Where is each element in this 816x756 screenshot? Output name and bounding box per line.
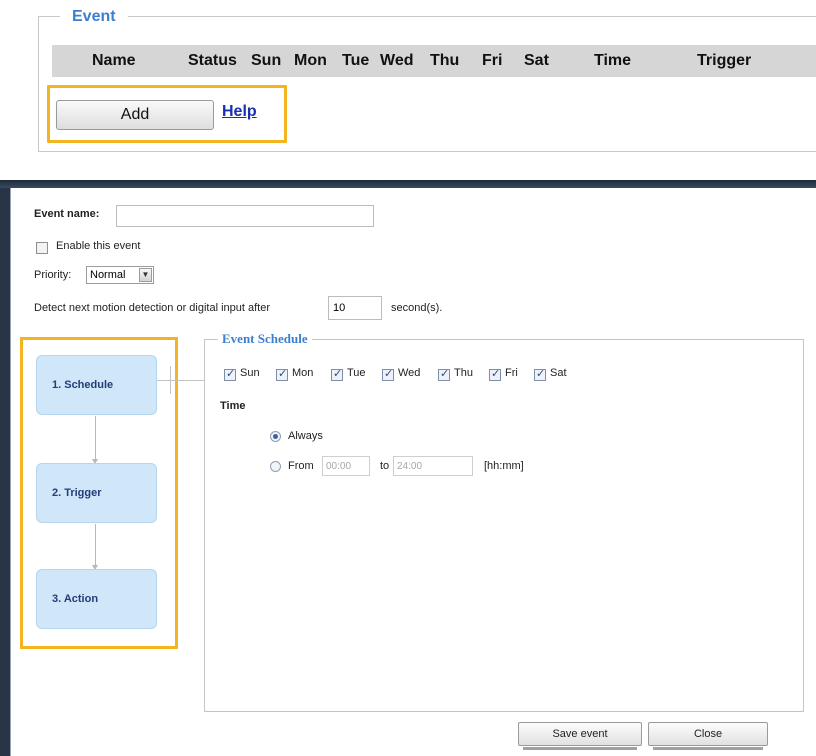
- event-schedule-panel: [204, 339, 804, 712]
- day-label-fri: Fri: [505, 367, 518, 379]
- day-label-mon: Mon: [292, 367, 314, 379]
- event-schedule-legend: Event Schedule: [218, 331, 312, 347]
- to-time-input[interactable]: 24:00: [393, 456, 473, 476]
- close-button[interactable]: Close: [648, 722, 768, 750]
- event-name-label: Event name:: [34, 208, 100, 220]
- priority-select[interactable]: Normal ▼: [86, 266, 154, 284]
- column-header-sat: Sat: [524, 52, 549, 69]
- event-table-header: Name Status Sun Mon Tue Wed Thu Fri Sat …: [52, 45, 816, 77]
- column-header-trigger: Trigger: [697, 52, 752, 69]
- step-trigger[interactable]: 2. Trigger: [36, 463, 157, 523]
- day-label-tue: Tue: [347, 367, 366, 379]
- day-checkbox-thu[interactable]: [438, 367, 450, 381]
- column-header-time: Time: [594, 52, 632, 69]
- time-label: Time: [220, 400, 246, 412]
- column-header-thu: Thu: [430, 52, 460, 69]
- day-checkbox-fri[interactable]: [489, 367, 501, 381]
- column-header-name: Name: [92, 52, 136, 69]
- save-event-button[interactable]: Save event: [518, 722, 642, 750]
- detect-next-label: Detect next motion detection or digital …: [34, 302, 271, 314]
- from-time-input[interactable]: 00:00: [322, 456, 370, 476]
- always-radio[interactable]: [270, 431, 281, 442]
- column-header-fri: Fri: [482, 52, 503, 69]
- add-button[interactable]: Add: [56, 100, 214, 130]
- event-list-legend: Event: [60, 8, 128, 26]
- from-label: From: [288, 460, 314, 472]
- enable-event-checkbox[interactable]: [36, 242, 48, 254]
- event-name-input[interactable]: [116, 205, 374, 227]
- step-link-line: [170, 366, 171, 394]
- to-label: to: [380, 460, 390, 472]
- step-link-line: [157, 380, 207, 381]
- day-checkbox-sat[interactable]: [534, 367, 546, 381]
- priority-value: Normal: [90, 269, 126, 281]
- step-connector: [92, 416, 98, 464]
- day-checkbox-tue[interactable]: [331, 367, 343, 381]
- column-header-sun: Sun: [251, 52, 282, 69]
- time-format-label: [hh:mm]: [484, 460, 524, 472]
- seconds-label: second(s).: [391, 302, 443, 314]
- detect-interval-input[interactable]: 10: [328, 296, 382, 320]
- day-label-thu: Thu: [454, 367, 473, 379]
- column-header-wed: Wed: [380, 52, 414, 69]
- step-connector: [92, 524, 98, 570]
- day-checkbox-mon[interactable]: [276, 367, 288, 381]
- step-schedule[interactable]: 1. Schedule: [36, 355, 157, 415]
- day-label-sun: Sun: [240, 367, 260, 379]
- chevron-down-icon[interactable]: ▼: [139, 268, 152, 282]
- column-header-mon: Mon: [294, 52, 327, 69]
- column-header-status: Status: [188, 52, 237, 69]
- day-checkbox-sun[interactable]: [224, 367, 236, 381]
- step-action[interactable]: 3. Action: [36, 569, 157, 629]
- priority-label: Priority:: [34, 269, 72, 281]
- enable-event-label: Enable this event: [56, 240, 141, 252]
- day-label-sat: Sat: [550, 367, 567, 379]
- column-header-tue: Tue: [342, 52, 370, 69]
- from-radio[interactable]: [270, 461, 281, 472]
- day-label-wed: Wed: [398, 367, 421, 379]
- always-label: Always: [288, 430, 323, 442]
- help-link[interactable]: Help: [222, 103, 257, 121]
- day-checkbox-wed[interactable]: [382, 367, 394, 381]
